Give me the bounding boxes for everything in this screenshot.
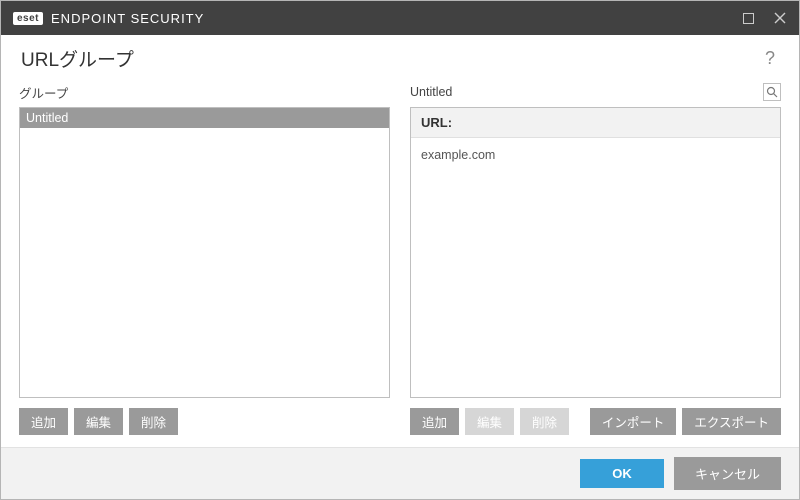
url-item[interactable]: example.com [421, 146, 770, 164]
search-button[interactable] [763, 83, 781, 101]
brand: eset ENDPOINT SECURITY [13, 11, 204, 26]
titlebar-controls [741, 11, 787, 25]
urls-label-text: Untitled [410, 85, 452, 99]
cancel-button[interactable]: キャンセル [674, 457, 781, 490]
ok-button[interactable]: OK [580, 459, 664, 488]
groups-button-row: 追加 編集 削除 [19, 408, 390, 435]
groups-listbox[interactable]: Untitled [19, 107, 390, 398]
window: eset ENDPOINT SECURITY URLグループ ? グループ [0, 0, 800, 500]
groups-label-text: グループ [19, 83, 68, 102]
urls-panel: Untitled URL: example.com 追加 編集 削除 [410, 83, 781, 435]
urls-body: example.com [411, 138, 780, 397]
import-button[interactable]: インポート [590, 408, 677, 435]
content: グループ Untitled 追加 編集 削除 Untitled [1, 75, 799, 447]
urls-add-button[interactable]: 追加 [410, 408, 459, 435]
groups-edit-button[interactable]: 編集 [74, 408, 123, 435]
titlebar: eset ENDPOINT SECURITY [1, 1, 799, 35]
help-button[interactable]: ? [761, 48, 779, 69]
urls-column-header: URL: [411, 108, 780, 138]
brand-product: ENDPOINT SECURITY [51, 11, 204, 26]
urls-button-row: 追加 編集 削除 インポート エクスポート [410, 408, 781, 435]
maximize-button[interactable] [741, 11, 755, 25]
groups-panel: グループ Untitled 追加 編集 削除 [19, 83, 390, 435]
groups-label: グループ [19, 83, 390, 101]
urls-label-row: Untitled [410, 83, 781, 101]
urls-listbox[interactable]: URL: example.com [410, 107, 781, 398]
urls-edit-button: 編集 [465, 408, 514, 435]
group-item[interactable]: Untitled [20, 108, 389, 128]
close-button[interactable] [773, 11, 787, 25]
brand-badge: eset [13, 12, 43, 25]
groups-add-button[interactable]: 追加 [19, 408, 68, 435]
groups-delete-button[interactable]: 削除 [129, 408, 178, 435]
maximize-icon [743, 13, 754, 24]
footer: OK キャンセル [1, 447, 799, 499]
urls-delete-button: 削除 [520, 408, 569, 435]
search-icon [766, 86, 778, 98]
export-button[interactable]: エクスポート [682, 408, 781, 435]
header: URLグループ ? [1, 35, 799, 75]
page-title: URLグループ [21, 45, 134, 72]
close-icon [774, 12, 786, 24]
